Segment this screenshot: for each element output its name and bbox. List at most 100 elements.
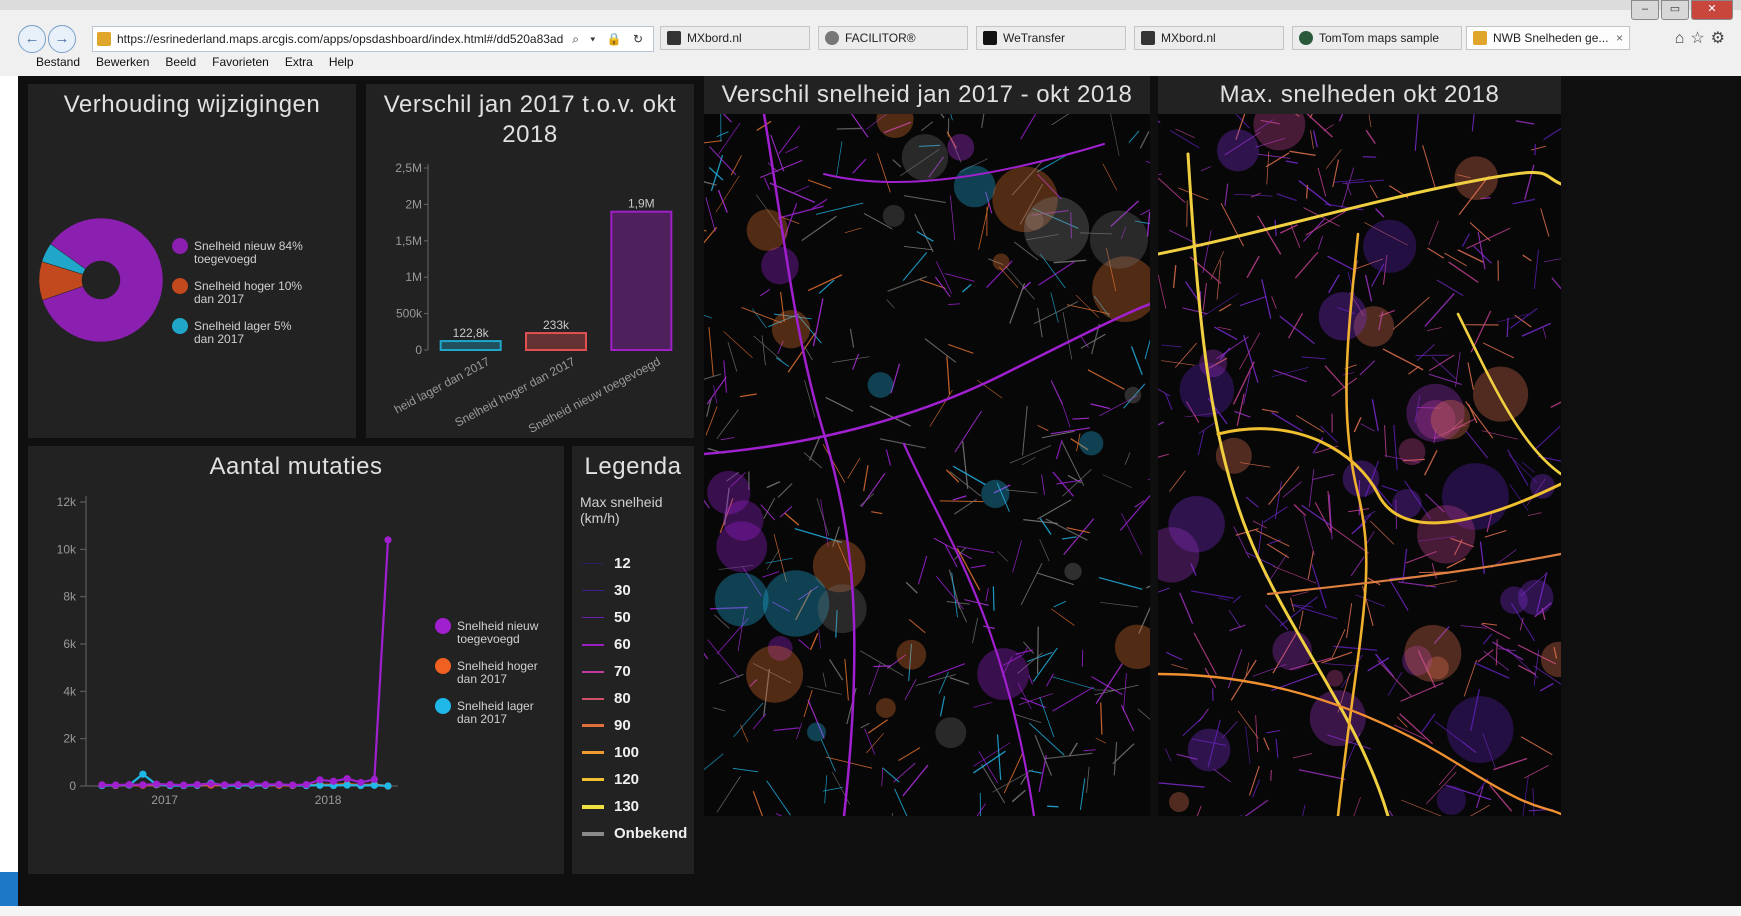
- road: [752, 713, 767, 730]
- road: [730, 155, 742, 176]
- map-max-snelheden[interactable]: [1158, 114, 1561, 816]
- road: [1533, 649, 1540, 686]
- road: [1522, 254, 1532, 262]
- address-controls[interactable]: ⌕ ▾ 🔒 ↻: [572, 32, 647, 47]
- legend-line-swatch: [582, 643, 604, 646]
- urban-area: [1024, 196, 1090, 262]
- road: [1388, 810, 1394, 816]
- road: [1237, 710, 1259, 739]
- road: [860, 722, 870, 729]
- road: [1047, 805, 1059, 808]
- data-point: [234, 780, 242, 789]
- road: [1158, 274, 1167, 309]
- legend-row: 70: [582, 658, 687, 685]
- road: [1369, 184, 1378, 199]
- tab-nwb-snelheden[interactable]: NWB Snelheden ge... ×: [1466, 26, 1630, 50]
- road: [1340, 654, 1363, 689]
- home-icon[interactable]: ⌂: [1675, 30, 1691, 47]
- star-icon[interactable]: ☆: [1690, 30, 1710, 47]
- road: [1506, 317, 1509, 338]
- tab-mxbord-2[interactable]: MXbord.nl: [1134, 26, 1284, 50]
- minimize-button[interactable]: –: [1631, 0, 1659, 20]
- road: [766, 481, 781, 489]
- back-button[interactable]: ←: [18, 25, 46, 53]
- y-tick-label: 0: [415, 343, 422, 357]
- browser-tools: ⌂☆⚙: [1675, 28, 1731, 48]
- road: [765, 557, 793, 564]
- highway: [704, 302, 1150, 456]
- road: [1479, 541, 1486, 574]
- bar-chart: 0500k1M1,5M2M2,5M122,8kheid lager dan 20…: [392, 161, 673, 436]
- tab-tomtom[interactable]: TomTom maps sample: [1292, 26, 1462, 50]
- menu-beeld[interactable]: Beeld: [165, 55, 196, 73]
- road: [847, 458, 861, 479]
- address-bar[interactable]: https://esrinederland.maps.arcgis.com/ap…: [92, 26, 654, 52]
- road: [1257, 215, 1282, 255]
- maximize-button[interactable]: ▭: [1661, 0, 1689, 20]
- road: [1532, 787, 1535, 816]
- road: [898, 747, 921, 762]
- road: [1239, 296, 1267, 307]
- road: [949, 677, 969, 685]
- road: [1265, 152, 1290, 168]
- legend-line-swatch: [582, 563, 604, 564]
- road: [1050, 608, 1075, 626]
- road: [1052, 686, 1094, 712]
- road: [727, 342, 738, 372]
- legend-label: Snelheid lager dan 2017: [457, 699, 534, 726]
- road: [1512, 198, 1536, 205]
- road: [1482, 633, 1493, 645]
- road: [1032, 647, 1058, 683]
- legend-swatch: [172, 238, 188, 254]
- road: [733, 702, 764, 738]
- url-text[interactable]: https://esrinederland.maps.arcgis.com/ap…: [117, 32, 563, 46]
- road: [1045, 518, 1088, 541]
- menu-bewerken[interactable]: Bewerken: [96, 55, 149, 73]
- road: [1050, 427, 1091, 435]
- road: [832, 356, 870, 363]
- road: [1381, 485, 1398, 492]
- menu-help[interactable]: Help: [329, 55, 354, 73]
- map-verschil-snelheid[interactable]: [704, 114, 1150, 816]
- close-window-button[interactable]: ✕: [1691, 0, 1733, 20]
- wetransfer-icon: [983, 31, 997, 45]
- road: [1037, 424, 1049, 432]
- menu-favorieten[interactable]: Favorieten: [212, 55, 269, 73]
- forward-button[interactable]: →: [48, 25, 76, 53]
- road: [1175, 128, 1195, 138]
- road: [1471, 114, 1475, 132]
- road: [1086, 766, 1090, 794]
- tab-wetransfer[interactable]: WeTransfer: [976, 26, 1126, 50]
- tab-facilitor[interactable]: FACILITOR®: [818, 26, 968, 50]
- road: [1271, 296, 1277, 309]
- gear-icon[interactable]: ⚙: [1711, 30, 1731, 47]
- road: [1279, 315, 1315, 345]
- road: [1469, 222, 1491, 242]
- menu-bestand[interactable]: Bestand: [36, 55, 80, 73]
- legend-row: 30: [582, 577, 687, 604]
- dashboard: Verhouding wijzigingen Snelheid nieuw 84…: [18, 76, 1741, 916]
- road: [1521, 322, 1551, 337]
- urban-area: [1363, 219, 1417, 273]
- close-tab-icon[interactable]: ×: [1616, 31, 1623, 45]
- panel-title: Verschil snelheid jan 2017 - okt 2018: [721, 81, 1133, 108]
- road: [1275, 738, 1279, 758]
- road: [952, 495, 967, 501]
- bottom-edge: [0, 906, 1741, 916]
- road: [924, 338, 957, 363]
- menu-extra[interactable]: Extra: [285, 55, 313, 73]
- road: [1147, 478, 1150, 481]
- legend-line-swatch: [582, 751, 604, 754]
- y-tick-label: 4k: [63, 684, 77, 698]
- road: [1365, 531, 1375, 546]
- road: [1544, 258, 1561, 263]
- road: [1540, 208, 1550, 237]
- tab-mxbord-1[interactable]: MXbord.nl: [660, 26, 810, 50]
- tab-label: NWB Snelheden ge...: [1493, 31, 1609, 45]
- road: [844, 227, 862, 234]
- road: [828, 659, 844, 681]
- urban-area: [947, 133, 975, 161]
- tab-label: TomTom maps sample: [1319, 31, 1440, 45]
- road: [949, 471, 982, 497]
- urban-area: [1473, 366, 1529, 422]
